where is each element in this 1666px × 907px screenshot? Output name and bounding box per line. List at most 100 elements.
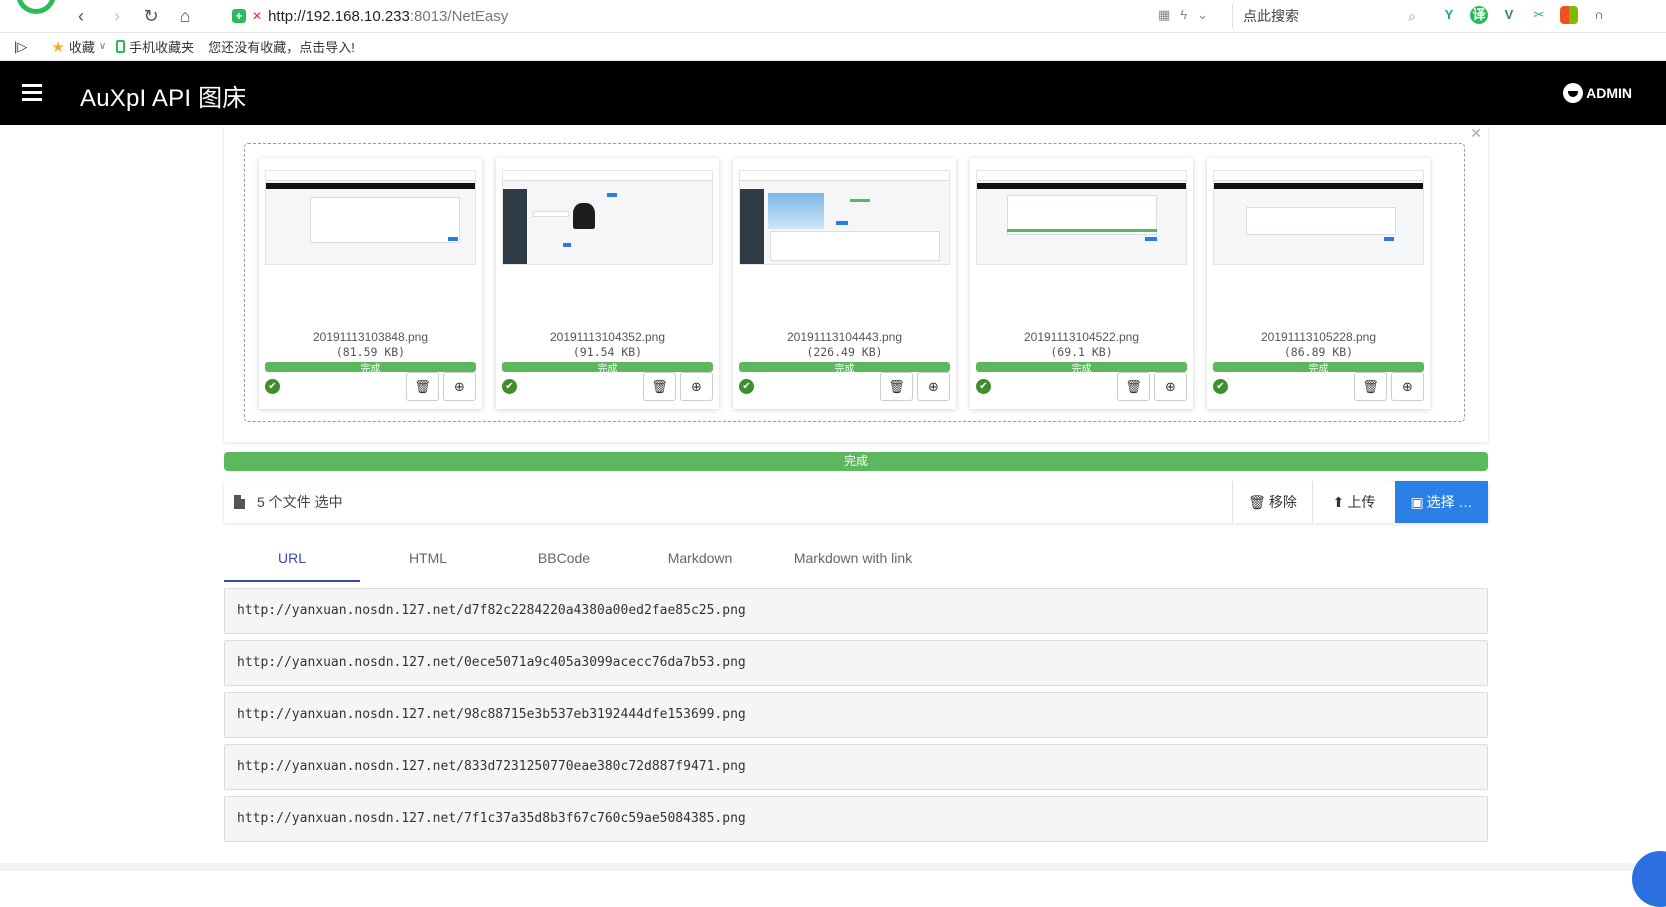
image-thumbnail[interactable]: [739, 170, 950, 265]
browser-toolbar: ‹ › ↻ ⌂ + ✕ http://192.168.10.233:8013/N…: [0, 0, 1666, 33]
search-placeholder: 点此搜索: [1243, 8, 1299, 24]
trash-icon: 🗑︎: [414, 379, 431, 394]
image-thumbnail[interactable]: [502, 170, 713, 265]
floating-action-button[interactable]: [1632, 851, 1666, 907]
overall-progress-bar: 完成: [224, 452, 1488, 471]
security-shield-icon: +: [232, 9, 246, 23]
upload-circle-icon: ⬆︎: [1332, 493, 1345, 510]
file-size: (91.54 KB): [572, 345, 643, 359]
address-bar[interactable]: + ✕ http://192.168.10.233:8013/NetEasy: [232, 4, 508, 28]
check-circle-icon: ✔: [976, 379, 991, 394]
zoom-in-icon: ⊕: [691, 379, 702, 394]
file-preview-card: 20191113104522.png (69.1 KB) 完成 ✔ 🗑︎ ⊕: [970, 158, 1193, 409]
trash-icon: 🗑︎: [888, 379, 905, 394]
link-format-tabs: URL HTML BBCode Markdown Markdown with l…: [224, 540, 1488, 582]
browse-label: 选择 …: [1426, 494, 1473, 510]
chevron-down-icon[interactable]: ⌄: [1197, 7, 1208, 23]
check-circle-icon: ✔: [265, 379, 280, 394]
browser-search-input[interactable]: 点此搜索 ⌕: [1232, 4, 1422, 28]
remove-label: 移除: [1268, 494, 1297, 510]
zoom-in-icon: ⊕: [454, 379, 465, 394]
chevron-down-icon: ∨: [98, 41, 107, 52]
search-icon[interactable]: ⌕: [1408, 4, 1416, 28]
link-output-row[interactable]: http://yanxuan.nosdn.127.net/833d7231250…: [224, 744, 1488, 790]
delete-file-button[interactable]: 🗑︎: [406, 372, 439, 401]
file-selection-bar: 5 个文件 选中 🗑︎ 移除 ⬆︎ 上传 ▣ 选择 …: [224, 481, 1488, 523]
browser-logo-icon: [16, 0, 56, 14]
upload-label: 上传: [1347, 494, 1376, 510]
delete-file-button[interactable]: 🗑︎: [1117, 372, 1150, 401]
file-size: (81.59 KB): [335, 345, 406, 359]
zoom-file-button[interactable]: ⊕: [917, 372, 950, 401]
extension-apps-icon[interactable]: [1560, 6, 1578, 24]
tab-markdown-with-link[interactable]: Markdown with link: [768, 540, 938, 582]
forward-icon[interactable]: ›: [106, 5, 128, 27]
file-preview-card: 20191113103848.png (81.59 KB) 完成 ✔ 🗑︎ ⊕: [259, 158, 482, 409]
file-name: 20191113104443.png: [786, 330, 902, 344]
app-title: AuXpI API 图床: [80, 85, 247, 112]
mobile-bookmarks[interactable]: 手机收藏夹: [116, 37, 194, 56]
extension-headset-icon[interactable]: ∩: [1590, 6, 1608, 24]
link-output-row[interactable]: http://yanxuan.nosdn.127.net/d7f82c22842…: [224, 588, 1488, 634]
file-progress-bar: 完成: [1213, 362, 1424, 372]
address-tools: ▦ ϟ ⌄: [1158, 7, 1208, 23]
extension-y-icon[interactable]: Y: [1440, 6, 1458, 24]
image-icon: ▣: [1410, 493, 1424, 510]
favorites-menu[interactable]: ★ 收藏 ∨: [51, 37, 106, 56]
file-preview-card: 20191113104443.png (226.49 KB) 完成 ✔ 🗑︎ ⊕: [733, 158, 956, 409]
delete-file-button[interactable]: 🗑︎: [880, 372, 913, 401]
image-thumbnail[interactable]: [976, 170, 1187, 265]
check-circle-icon: ✔: [1213, 379, 1228, 394]
tab-markdown[interactable]: Markdown: [632, 540, 768, 582]
image-thumbnail[interactable]: [265, 170, 476, 265]
close-icon[interactable]: ✕: [1470, 125, 1482, 142]
sidebar-toggle-icon[interactable]: |▷: [14, 39, 27, 55]
zoom-file-button[interactable]: ⊕: [1391, 372, 1424, 401]
delete-file-button[interactable]: 🗑︎: [1354, 372, 1387, 401]
image-thumbnail[interactable]: [1213, 170, 1424, 265]
insecure-icon: ✕: [252, 9, 263, 23]
menu-icon[interactable]: [22, 84, 42, 101]
upload-preview-panel: ✕ 20191113103848.png (81.59 KB) 完成 ✔ 🗑︎ …: [224, 125, 1488, 442]
link-output-row[interactable]: http://yanxuan.nosdn.127.net/0ece5071a9c…: [224, 640, 1488, 686]
reload-icon[interactable]: ↻: [140, 5, 162, 27]
star-icon: ★: [51, 38, 65, 56]
file-drop-zone[interactable]: 20191113103848.png (81.59 KB) 完成 ✔ 🗑︎ ⊕ …: [244, 143, 1465, 422]
file-progress-bar: 完成: [265, 362, 476, 372]
user-menu[interactable]: ADMIN: [1563, 83, 1632, 103]
zoom-file-button[interactable]: ⊕: [443, 372, 476, 401]
file-progress-bar: 完成: [502, 362, 713, 372]
upload-button[interactable]: ⬆︎ 上传: [1312, 481, 1395, 523]
user-name: ADMIN: [1586, 85, 1632, 101]
app-header: AuXpI API 图床 ADMIN: [0, 61, 1666, 125]
check-circle-icon: ✔: [502, 379, 517, 394]
link-output-row[interactable]: http://yanxuan.nosdn.127.net/98c88715e3b…: [224, 692, 1488, 738]
tab-html[interactable]: HTML: [360, 540, 496, 582]
back-icon[interactable]: ‹: [70, 5, 92, 27]
remove-button[interactable]: 🗑︎ 移除: [1232, 481, 1312, 523]
file-name: 20191113103848.png: [312, 330, 428, 344]
zoom-in-icon: ⊕: [1165, 379, 1176, 394]
lightning-icon[interactable]: ϟ: [1180, 7, 1187, 23]
footer-band: [0, 863, 1666, 871]
delete-file-button[interactable]: 🗑︎: [643, 372, 676, 401]
file-preview-card: 20191113105228.png (86.89 KB) 完成 ✔ 🗑︎ ⊕: [1207, 158, 1430, 409]
qr-code-icon[interactable]: ▦: [1158, 7, 1170, 23]
file-caption: 5 个文件 选中: [234, 481, 343, 523]
browse-button[interactable]: ▣ 选择 …: [1395, 481, 1488, 523]
file-count-label: 5 个文件 选中: [257, 494, 343, 510]
link-output-row[interactable]: http://yanxuan.nosdn.127.net/7f1c37a35d8…: [224, 796, 1488, 842]
url-host: http://192.168.10.233: [268, 7, 410, 25]
extension-scissors-icon[interactable]: ✂: [1530, 6, 1548, 24]
import-bookmarks-link[interactable]: 您还没有收藏，点击导入!: [208, 37, 355, 56]
home-icon[interactable]: ⌂: [174, 5, 196, 27]
tab-url[interactable]: URL: [224, 540, 360, 582]
extension-vue-icon[interactable]: V: [1500, 6, 1518, 24]
extension-translate-icon[interactable]: 译: [1470, 6, 1488, 24]
trash-icon: 🗑︎: [1248, 493, 1266, 510]
tab-bbcode[interactable]: BBCode: [496, 540, 632, 582]
url-path: :8013/NetEasy: [409, 7, 509, 25]
zoom-file-button[interactable]: ⊕: [1154, 372, 1187, 401]
zoom-file-button[interactable]: ⊕: [680, 372, 713, 401]
file-progress-bar: 完成: [976, 362, 1187, 372]
